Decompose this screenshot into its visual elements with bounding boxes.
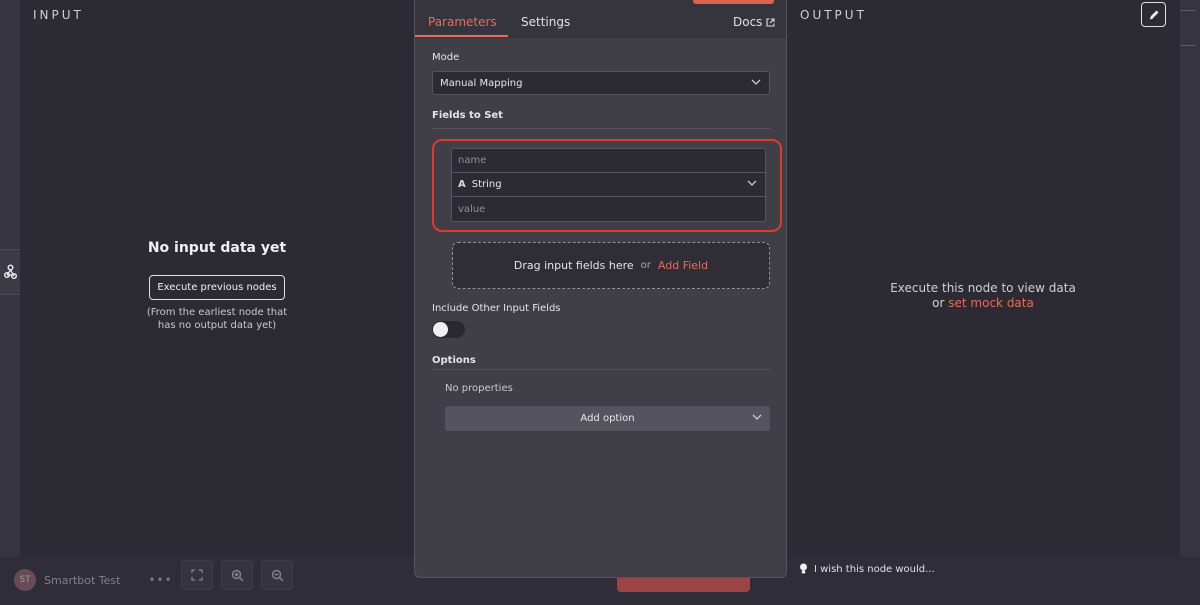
no-properties-text: No properties (445, 383, 513, 394)
input-panel: INPUT No input data yet Execute previous… (20, 0, 414, 557)
chevron-down-icon (747, 180, 757, 186)
execute-workflow-button[interactable] (617, 576, 750, 592)
drop-zone[interactable]: Drag input fields here or Add Field (452, 242, 770, 289)
more-icon[interactable]: ••• (148, 573, 172, 587)
user-info[interactable]: ST Smartbot Test ••• (14, 569, 173, 591)
drop-zone-or: or (640, 260, 651, 271)
field-value-input[interactable]: value (452, 197, 765, 221)
canvas-edge-control (1178, 10, 1196, 46)
chevron-down-icon (751, 79, 761, 85)
docs-link[interactable]: Docs (733, 15, 775, 29)
execute-previous-button[interactable]: Execute previous nodes (149, 275, 285, 300)
zoom-in-icon (231, 569, 243, 581)
add-option-button[interactable]: Add option (445, 406, 770, 431)
output-message-line: Execute this node to view data (890, 281, 1076, 295)
mode-select[interactable]: Manual Mapping (432, 71, 770, 95)
output-message: Execute this node to view data or set mo… (786, 281, 1180, 311)
field-type-select[interactable]: A String (452, 173, 765, 197)
highlighted-field-group: name A String value (432, 139, 782, 232)
chevron-down-icon (752, 414, 762, 420)
field-value-placeholder: value (458, 203, 486, 215)
zoom-out-button[interactable] (261, 560, 293, 590)
fit-view-button[interactable] (181, 560, 213, 590)
set-mock-data-link[interactable]: set mock data (948, 296, 1034, 310)
string-type-icon: A (458, 179, 466, 190)
zoom-out-icon (271, 569, 283, 581)
input-title: INPUT (33, 8, 84, 22)
drop-zone-text: Drag input fields here (513, 259, 634, 272)
field-type-value: String (471, 179, 502, 190)
input-note: (From the earliest node that has no outp… (146, 307, 288, 331)
feedback-link[interactable]: I wish this node would... (799, 563, 935, 575)
add-field-link[interactable]: Add Field (658, 259, 708, 272)
execute-step-button[interactable] (693, 0, 774, 4)
add-option-label: Add option (580, 413, 635, 424)
docs-label: Docs (733, 15, 763, 29)
avatar: ST (14, 569, 36, 591)
empty-input-title: No input data yet (147, 240, 287, 256)
mode-label: Mode (432, 52, 460, 63)
fields-label: Fields to Set (432, 110, 503, 121)
panel-tabs: Parameters Settings Docs (415, 0, 786, 38)
output-title: OUTPUT (800, 8, 867, 22)
include-other-toggle[interactable] (432, 321, 465, 338)
external-link-icon (766, 17, 775, 27)
tab-settings[interactable]: Settings (521, 15, 570, 29)
pencil-icon (1149, 10, 1158, 19)
feedback-text: I wish this node would... (814, 563, 935, 575)
fullscreen-icon (191, 569, 203, 581)
output-message-line-2: or set mock data (786, 296, 1180, 311)
field-name-placeholder: name (458, 155, 487, 166)
field-assignment: name A String value (451, 148, 766, 222)
fields-divider (432, 128, 770, 129)
webhook-icon (3, 264, 18, 280)
mode-value: Manual Mapping (440, 77, 523, 89)
active-tab-indicator (415, 35, 508, 37)
output-panel: OUTPUT Execute this node to view data or… (786, 0, 1180, 557)
lightbulb-icon (800, 563, 807, 574)
tab-parameters[interactable]: Parameters (428, 15, 497, 29)
user-name: Smartbot Test (44, 573, 121, 587)
edit-output-button[interactable] (1141, 2, 1166, 27)
options-label: Options (432, 355, 476, 366)
zoom-in-button[interactable] (221, 560, 253, 590)
toggle-knob (433, 322, 448, 337)
node-parameters-panel: Parameters Settings Docs Mode Manual Map… (414, 0, 787, 578)
include-other-label: Include Other Input Fields (432, 303, 561, 314)
field-name-input[interactable]: name (452, 149, 765, 173)
output-or-text: or (932, 296, 945, 310)
options-divider (432, 369, 770, 370)
